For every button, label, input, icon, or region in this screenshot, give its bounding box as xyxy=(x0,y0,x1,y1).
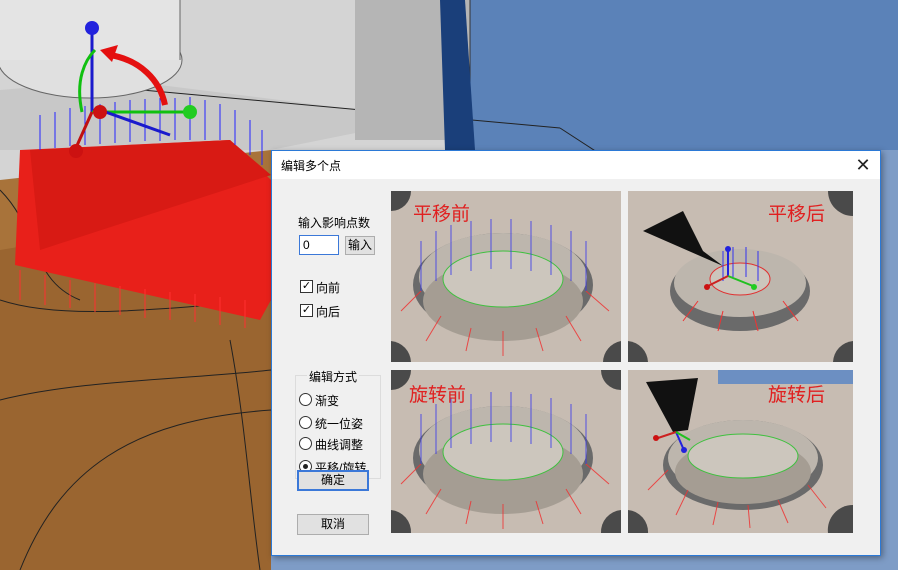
edit-mode-title: 编辑方式 xyxy=(307,368,360,385)
cancel-button[interactable]: 取消 xyxy=(297,514,369,535)
dialog-body: 输入影响点数 0 输入 ✓ 向前 ✓ 向后 编辑方式 渐变 统一位姿 曲线调整 … xyxy=(272,179,880,555)
image-after-translate: 平移后 xyxy=(628,191,853,362)
dialog-titlebar[interactable]: 编辑多个点 ✕ xyxy=(272,151,880,179)
backward-checkbox-label: 向后 xyxy=(316,305,341,319)
radio-uniform-pose-label: 统一位姿 xyxy=(315,417,364,431)
backward-checkbox[interactable]: ✓ xyxy=(300,304,313,317)
influence-points-label: 输入影响点数 xyxy=(298,216,371,230)
radio-curve-adjust[interactable] xyxy=(299,437,312,450)
influence-points-input[interactable]: 0 xyxy=(299,235,339,255)
caption-before-translate: 平移前 xyxy=(413,203,471,225)
forward-checkbox[interactable]: ✓ xyxy=(300,280,313,293)
dialog-title: 编辑多个点 xyxy=(281,159,342,173)
input-button[interactable]: 输入 xyxy=(345,236,375,255)
radio-gradient[interactable] xyxy=(299,393,312,406)
radio-gradient-label: 渐变 xyxy=(315,394,340,408)
caption-after-translate: 平移后 xyxy=(768,203,826,225)
image-before-translate: 平移前 xyxy=(391,191,621,362)
image-before-rotate: 旋转前 xyxy=(391,370,621,533)
caption-after-rotate: 旋转后 xyxy=(768,384,826,406)
forward-checkbox-label: 向前 xyxy=(316,281,341,295)
close-icon[interactable]: ✕ xyxy=(846,151,880,179)
radio-curve-adjust-label: 曲线调整 xyxy=(315,438,364,452)
caption-before-rotate: 旋转前 xyxy=(409,384,467,406)
ok-button[interactable]: 确定 xyxy=(297,470,369,491)
edit-multiple-points-dialog: 编辑多个点 ✕ 输入影响点数 0 输入 ✓ 向前 ✓ 向后 编辑方式 渐变 统一… xyxy=(271,150,881,556)
radio-uniform-pose[interactable] xyxy=(299,416,312,429)
image-after-rotate: 旋转后 xyxy=(628,370,853,533)
